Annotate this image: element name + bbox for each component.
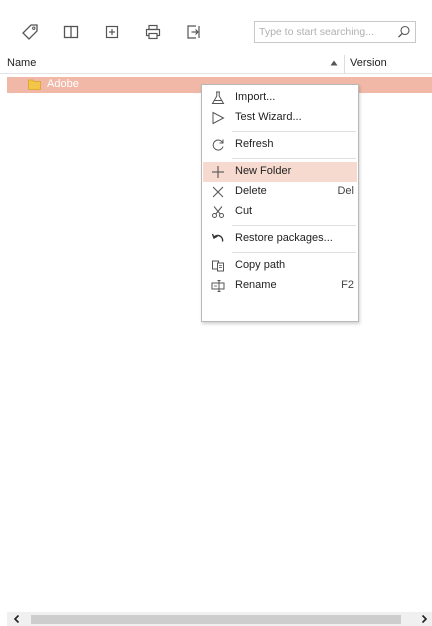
menu-item-cut[interactable]: Cut bbox=[203, 202, 357, 222]
menu-separator bbox=[232, 252, 356, 253]
context-menu: Import... Test Wizard... Refresh New Fol… bbox=[201, 84, 359, 322]
tree-row-label: Adobe bbox=[47, 78, 79, 90]
play-icon bbox=[212, 111, 225, 125]
menu-item-new-folder[interactable]: New Folder bbox=[203, 162, 357, 182]
add-box-icon[interactable] bbox=[100, 20, 124, 44]
menu-item-rename[interactable]: Rename F2 bbox=[203, 276, 357, 296]
menu-label-cut: Cut bbox=[235, 205, 253, 217]
column-divider[interactable] bbox=[344, 55, 345, 73]
folder-icon bbox=[28, 79, 41, 90]
menu-item-import[interactable]: Import... bbox=[203, 88, 357, 108]
shortcut-rename: F2 bbox=[341, 279, 354, 291]
menu-item-delete[interactable]: Delete Del bbox=[203, 182, 357, 202]
column-name-header[interactable]: Name bbox=[7, 57, 36, 69]
toolbar bbox=[0, 0, 432, 56]
search-icon[interactable] bbox=[397, 25, 411, 39]
menu-label-refresh: Refresh bbox=[235, 138, 274, 150]
search-box[interactable] bbox=[254, 21, 416, 43]
close-icon bbox=[212, 186, 224, 198]
menu-label-new-folder: New Folder bbox=[235, 165, 292, 177]
menu-label-copy-path: Copy path bbox=[235, 259, 286, 271]
undo-icon bbox=[211, 233, 224, 242]
tag-icon[interactable] bbox=[18, 20, 42, 44]
column-version-header[interactable]: Version bbox=[350, 57, 387, 69]
menu-label-rename: Rename bbox=[235, 279, 277, 291]
flask-icon bbox=[211, 91, 225, 104]
sort-ascending-icon bbox=[330, 60, 338, 66]
export-icon[interactable] bbox=[182, 20, 206, 44]
plus-icon bbox=[212, 166, 224, 178]
menu-label-delete: Delete bbox=[235, 185, 267, 197]
menu-item-copy-path[interactable]: Copy path bbox=[203, 256, 357, 276]
menu-separator bbox=[232, 131, 356, 132]
menu-label-test-wizard: Test Wizard... bbox=[235, 111, 302, 123]
shortcut-delete: Del bbox=[337, 185, 354, 197]
menu-item-restore-packages[interactable]: Restore packages... bbox=[203, 229, 357, 249]
columns-icon[interactable] bbox=[59, 20, 83, 44]
scissors-icon bbox=[212, 206, 224, 218]
menu-separator bbox=[232, 158, 356, 159]
rename-icon bbox=[211, 280, 225, 292]
scroll-right-icon[interactable] bbox=[419, 614, 429, 624]
refresh-icon bbox=[212, 139, 224, 151]
horizontal-scrollbar[interactable] bbox=[7, 612, 432, 626]
copy-icon bbox=[212, 260, 224, 272]
menu-label-import: Import... bbox=[235, 91, 276, 103]
scroll-thumb[interactable] bbox=[31, 615, 401, 624]
print-icon[interactable] bbox=[141, 20, 165, 44]
menu-label-restore-packages: Restore packages... bbox=[235, 232, 333, 244]
scroll-left-icon[interactable] bbox=[12, 614, 22, 624]
menu-separator bbox=[232, 225, 356, 226]
menu-item-test-wizard[interactable]: Test Wizard... bbox=[203, 108, 357, 128]
search-input[interactable] bbox=[259, 24, 393, 40]
column-header: Name Version bbox=[0, 55, 432, 74]
menu-item-refresh[interactable]: Refresh bbox=[203, 135, 357, 155]
